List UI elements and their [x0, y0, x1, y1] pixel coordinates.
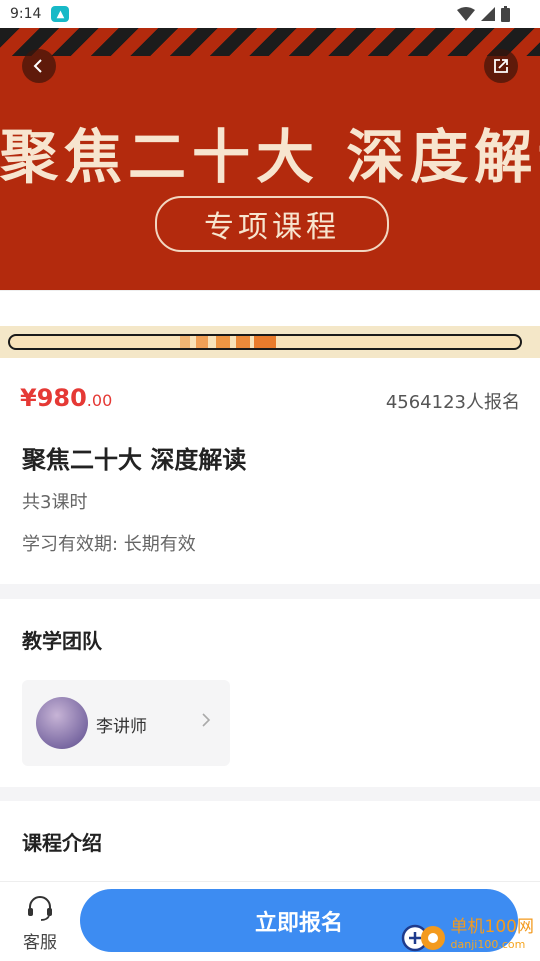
teacher-avatar — [36, 697, 88, 749]
chevron-left-icon — [33, 59, 42, 73]
course-title: 聚焦二十大 深度解读 — [22, 446, 247, 474]
headset-icon — [28, 896, 52, 921]
status-icons — [457, 6, 510, 22]
enrollment-count: 4564123人报名 — [385, 392, 520, 413]
watermark-name: 单机100网 — [450, 917, 534, 937]
banner-subtitle: 专项课程 — [155, 196, 389, 252]
bottom-action-bar: 客服 立即报名 单机100网 danji100.com — [0, 881, 540, 961]
course-info-card: ¥980.00 4564123人报名 聚焦二十大 深度解读 共3课时 学习有效期… — [0, 358, 540, 584]
share-button[interactable] — [484, 49, 518, 83]
watermark-url: danji100.com — [450, 938, 526, 951]
price: ¥980.00 — [20, 384, 112, 412]
service-label: 客服 — [23, 933, 57, 953]
course-banner: 聚焦二十大 深度解读 专项课程 — [0, 28, 540, 358]
signal-icon — [481, 7, 495, 21]
validity-period: 学习有效期: 长期有效 — [22, 534, 196, 555]
wifi-icon — [457, 7, 475, 21]
watermark: 单机100网 danji100.com — [401, 916, 534, 956]
customer-service-button[interactable]: 客服 — [20, 894, 60, 953]
banner-title: 聚焦二十大 深度解读 — [0, 123, 540, 191]
teacher-item[interactable]: 李讲师 — [22, 680, 230, 766]
back-button[interactable] — [22, 49, 56, 83]
banner-stripe-top — [0, 28, 540, 56]
app-notification-icon: ▲ — [51, 6, 70, 22]
price-decimal: .00 — [86, 391, 113, 410]
battery-icon — [501, 6, 510, 22]
watermark-logo-icon — [401, 924, 445, 952]
status-bar: 9:14 ▲ — [0, 0, 540, 28]
teacher-name: 李讲师 — [96, 717, 147, 737]
intro-heading: 课程介绍 — [22, 831, 102, 855]
price-main: ¥980 — [20, 384, 87, 412]
teaching-team-card: 教学团队 李讲师 — [0, 599, 540, 787]
lesson-count: 共3课时 — [22, 492, 88, 513]
status-time: 9:14 — [10, 6, 42, 22]
course-intro-card: 课程介绍 — [0, 801, 540, 881]
team-heading: 教学团队 — [22, 629, 102, 653]
banner-decor-bar — [8, 334, 522, 350]
share-icon — [494, 59, 508, 73]
chevron-right-icon — [202, 713, 211, 727]
